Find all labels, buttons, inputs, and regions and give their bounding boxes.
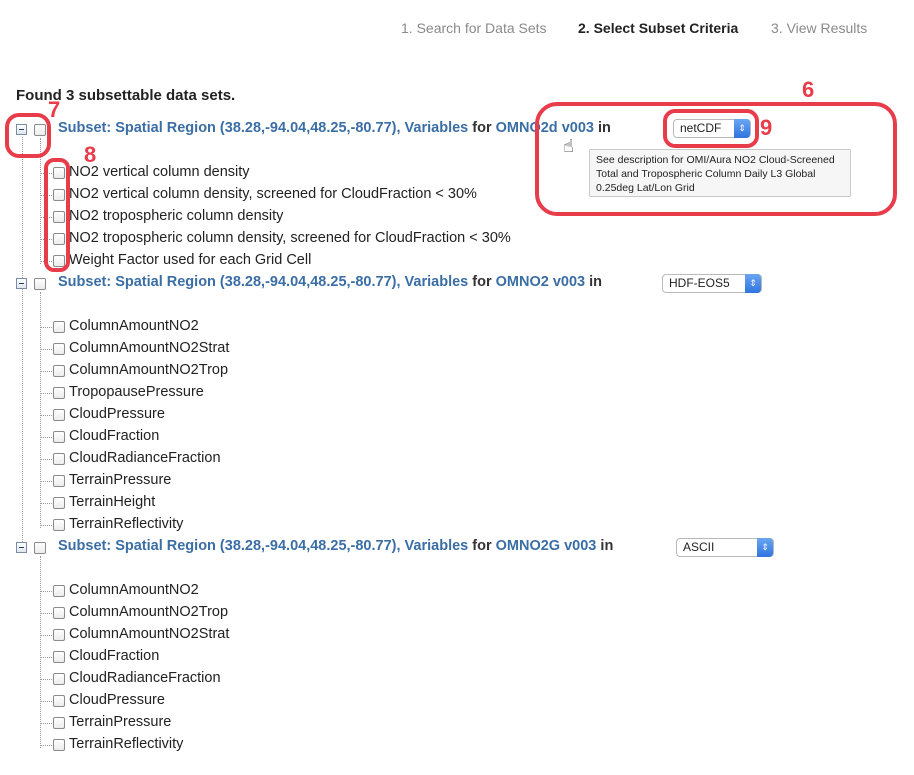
variable-label: CloudPressure (69, 692, 165, 708)
annotation-number-8: 8 (84, 142, 97, 167)
variable-label: ColumnAmountNO2Strat (69, 626, 230, 642)
variable-label: TerrainHeight (69, 494, 156, 510)
annotation-box-7 (5, 113, 51, 158)
dataset-subset-label: Subset: Spatial Region (38.28,-94.04,48.… (58, 274, 469, 290)
variable-checkbox[interactable] (53, 629, 65, 641)
variable-label: ColumnAmountNO2Trop (69, 604, 229, 620)
variable-checkbox[interactable] (53, 673, 65, 685)
variable-label: CloudFraction (69, 428, 160, 444)
collapse-icon[interactable] (16, 278, 27, 289)
step-view-results[interactable]: 3. View Results (771, 20, 867, 36)
dataset-link[interactable]: OMNO2G v003 (496, 538, 597, 554)
format-select[interactable]: ASCII ⇕ (676, 538, 774, 557)
variable-label: NO2 tropospheric column density (69, 208, 284, 224)
dataset-title: Subset: Spatial Region (38.28,-94.04,48.… (58, 274, 603, 290)
variable-label: ColumnAmountNO2Trop (69, 362, 229, 378)
annotation-number-9: 9 (760, 115, 773, 140)
dataset-subset-label: Subset: Spatial Region (38.28,-94.04,48.… (58, 120, 469, 136)
variable-label: CloudRadianceFraction (69, 450, 221, 466)
tree-line (22, 137, 23, 552)
format-select[interactable]: HDF-EOS5 ⇕ (662, 274, 762, 293)
variable-label: ColumnAmountNO2 (69, 582, 199, 598)
variable-checkbox[interactable] (53, 607, 65, 619)
variable-checkbox[interactable] (53, 497, 65, 509)
variable-checkbox[interactable] (53, 717, 65, 729)
variable-label: CloudPressure (69, 406, 165, 422)
variable-checkbox[interactable] (53, 431, 65, 443)
step-search[interactable]: 1. Search for Data Sets (401, 20, 547, 36)
variable-label: TerrainReflectivity (69, 516, 184, 532)
dataset-checkbox[interactable] (34, 278, 46, 290)
variable-checkbox[interactable] (53, 387, 65, 399)
variable-label: Weight Factor used for each Grid Cell (69, 252, 312, 268)
variable-label: ColumnAmountNO2Strat (69, 340, 230, 356)
annotation-number-7: 7 (48, 97, 61, 122)
variable-label: ColumnAmountNO2 (69, 318, 199, 334)
annotation-number-6: 6 (802, 77, 815, 102)
annotation-box-9 (663, 109, 759, 148)
tree-line (40, 556, 41, 748)
variable-checkbox[interactable] (53, 695, 65, 707)
variable-label: CloudFraction (69, 648, 160, 664)
dataset-link[interactable]: OMNO2 v003 (496, 274, 585, 290)
collapse-icon[interactable] (16, 542, 27, 553)
variable-label: TropopausePressure (69, 384, 204, 400)
variable-checkbox[interactable] (53, 519, 65, 531)
variable-label: NO2 tropospheric column density, screene… (69, 230, 511, 246)
variable-checkbox[interactable] (53, 651, 65, 663)
variable-checkbox[interactable] (53, 453, 65, 465)
dataset-title: Subset: Spatial Region (38.28,-94.04,48.… (58, 120, 611, 136)
variable-label: TerrainPressure (69, 714, 172, 730)
variable-checkbox[interactable] (53, 585, 65, 597)
variable-checkbox[interactable] (53, 321, 65, 333)
variable-checkbox[interactable] (53, 409, 65, 421)
variable-checkbox[interactable] (53, 739, 65, 751)
variable-label: NO2 vertical column density, screened fo… (69, 186, 477, 202)
variable-label: TerrainPressure (69, 472, 172, 488)
dataset-subset-label: Subset: Spatial Region (38.28,-94.04,48.… (58, 538, 469, 554)
variable-checkbox[interactable] (53, 343, 65, 355)
step-navigation: 1. Search for Data Sets 2. Select Subset… (0, 20, 914, 40)
variable-checkbox[interactable] (53, 365, 65, 377)
variable-label: CloudRadianceFraction (69, 670, 221, 686)
dataset-checkbox[interactable] (34, 542, 46, 554)
select-arrows-icon: ⇕ (745, 274, 761, 293)
variable-label: TerrainReflectivity (69, 736, 184, 752)
variable-checkbox[interactable] (53, 475, 65, 487)
select-arrows-icon: ⇕ (757, 538, 773, 557)
annotation-box-8 (44, 158, 70, 272)
dataset-title: Subset: Spatial Region (38.28,-94.04,48.… (58, 538, 614, 554)
step-select-subset: 2. Select Subset Criteria (578, 20, 739, 36)
